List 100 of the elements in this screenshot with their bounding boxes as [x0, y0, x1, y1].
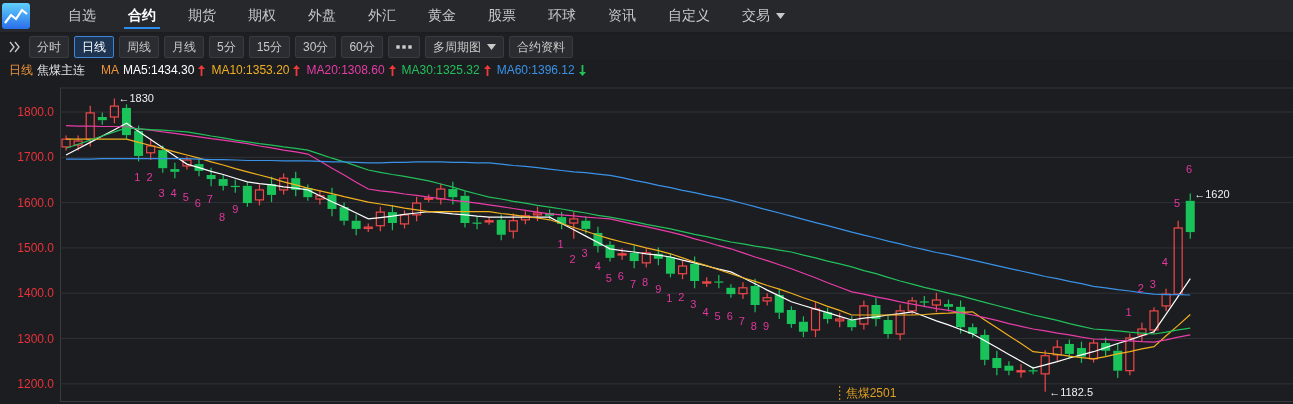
candlestick — [1028, 366, 1038, 375]
candlestick — [750, 278, 760, 313]
nav-tab[interactable]: 期权 — [232, 0, 292, 32]
candlestick — [218, 173, 228, 191]
sequence-number: 2 — [569, 252, 576, 265]
candlestick — [170, 162, 180, 179]
sequence-number: 8 — [642, 275, 649, 288]
nav-tab[interactable]: 合约 — [112, 0, 172, 32]
sequence-number: 5 — [1173, 197, 1180, 210]
candlestick — [895, 303, 905, 341]
sequence-number: 7 — [206, 193, 213, 205]
sequence-number: 7 — [738, 314, 745, 327]
more-button[interactable] — [387, 36, 420, 58]
period-button[interactable]: 日线 — [74, 36, 114, 58]
candlestick — [738, 281, 748, 300]
candlestick — [279, 173, 289, 196]
ellipsis-icon — [395, 45, 412, 49]
nav-tab[interactable]: 期货 — [172, 0, 232, 32]
candlestick — [315, 189, 325, 206]
sequence-number: 6 — [1186, 163, 1193, 176]
candlestick — [593, 226, 603, 254]
candlestick — [919, 295, 929, 308]
candlestick — [871, 297, 881, 327]
candlestick — [496, 213, 506, 241]
candlestick — [823, 307, 833, 325]
candlestick — [931, 292, 941, 313]
nav-tab[interactable]: 自定义 — [652, 0, 726, 32]
candlestick — [1113, 342, 1123, 379]
axis-label: 1800.0 — [17, 105, 54, 119]
chart-logo-icon — [2, 3, 30, 29]
candlestick — [194, 158, 204, 177]
double-chevron-icon[interactable] — [8, 41, 22, 53]
nav-tab[interactable]: 外盘 — [292, 0, 352, 32]
nav-tab[interactable]: 自选 — [52, 0, 112, 32]
candlestick — [1149, 306, 1159, 335]
candlestick — [810, 301, 821, 338]
axis-label: 1500.0 — [17, 240, 54, 255]
nav-tab[interactable]: 外汇 — [352, 0, 412, 32]
sequence-number: 2 — [146, 170, 153, 183]
price-label: ←1620 — [1194, 187, 1230, 200]
candlestick — [73, 134, 83, 152]
candlestick — [230, 178, 240, 194]
period-button[interactable]: 多周期图 — [424, 36, 504, 58]
candlestick — [653, 246, 663, 266]
nav-tab[interactable]: 股票 — [472, 0, 532, 32]
period-button[interactable]: 周线 — [119, 36, 159, 58]
candlestick — [629, 245, 639, 269]
candlestick — [774, 288, 784, 320]
nav-tab[interactable]: 环球 — [532, 0, 592, 32]
candlestick — [956, 299, 966, 335]
candlestick — [146, 138, 156, 161]
candlestick — [303, 183, 313, 202]
axis-label: 1400.0 — [17, 286, 54, 301]
sequence-number: 3 — [158, 187, 165, 200]
candlestick — [847, 315, 857, 332]
period-button[interactable]: 30分 — [295, 36, 337, 58]
candlestick — [980, 328, 990, 366]
candlestick — [545, 208, 555, 220]
sequence-number: 5 — [714, 309, 721, 322]
period-button[interactable]: 15分 — [248, 36, 291, 58]
candlestick — [339, 202, 349, 226]
sequence-number: 4 — [594, 260, 601, 273]
sequence-number: 4 — [702, 305, 709, 318]
sequence-number: 6 — [726, 309, 733, 322]
nav-tab[interactable]: 交易 — [726, 0, 801, 32]
axis-label: 1600.0 — [17, 195, 54, 210]
nav-tab[interactable]: 黄金 — [412, 0, 472, 32]
candlestick — [1004, 360, 1014, 376]
candlestick — [1016, 363, 1026, 379]
candlestick — [907, 296, 917, 316]
indicator-label: MA — [101, 63, 119, 77]
candlestick — [1185, 192, 1195, 240]
candlestick — [798, 315, 808, 338]
series-name: MA20 — [306, 63, 338, 77]
sequence-number: 6 — [617, 270, 624, 282]
candlestick — [968, 322, 978, 339]
candlestick — [605, 240, 615, 263]
period-button[interactable]: 分时 — [29, 36, 69, 58]
sequence-number: 7 — [629, 277, 637, 290]
period-button[interactable]: 月线 — [164, 36, 204, 58]
candlestick — [363, 222, 373, 233]
period-button[interactable]: 合约资料 — [508, 36, 573, 58]
candlestick — [291, 171, 301, 197]
candlestick — [134, 125, 144, 162]
candlestick — [1101, 337, 1111, 357]
candlestick — [557, 211, 567, 230]
series-name: MA10 — [211, 63, 243, 77]
candlestick — [436, 183, 446, 206]
candlestick — [520, 210, 530, 225]
candlestick — [762, 292, 772, 307]
sequence-number: 3 — [690, 298, 697, 311]
candlestick — [1040, 349, 1050, 393]
candlestick — [617, 247, 627, 261]
sequence-number: 1 — [134, 170, 141, 183]
candlestick — [835, 312, 845, 328]
sequence-number: 9 — [232, 202, 239, 215]
candlestick — [992, 350, 1002, 376]
nav-tab[interactable]: 资讯 — [592, 0, 652, 32]
period-button[interactable]: 60分 — [341, 36, 383, 58]
period-button[interactable]: 5分 — [209, 36, 244, 58]
